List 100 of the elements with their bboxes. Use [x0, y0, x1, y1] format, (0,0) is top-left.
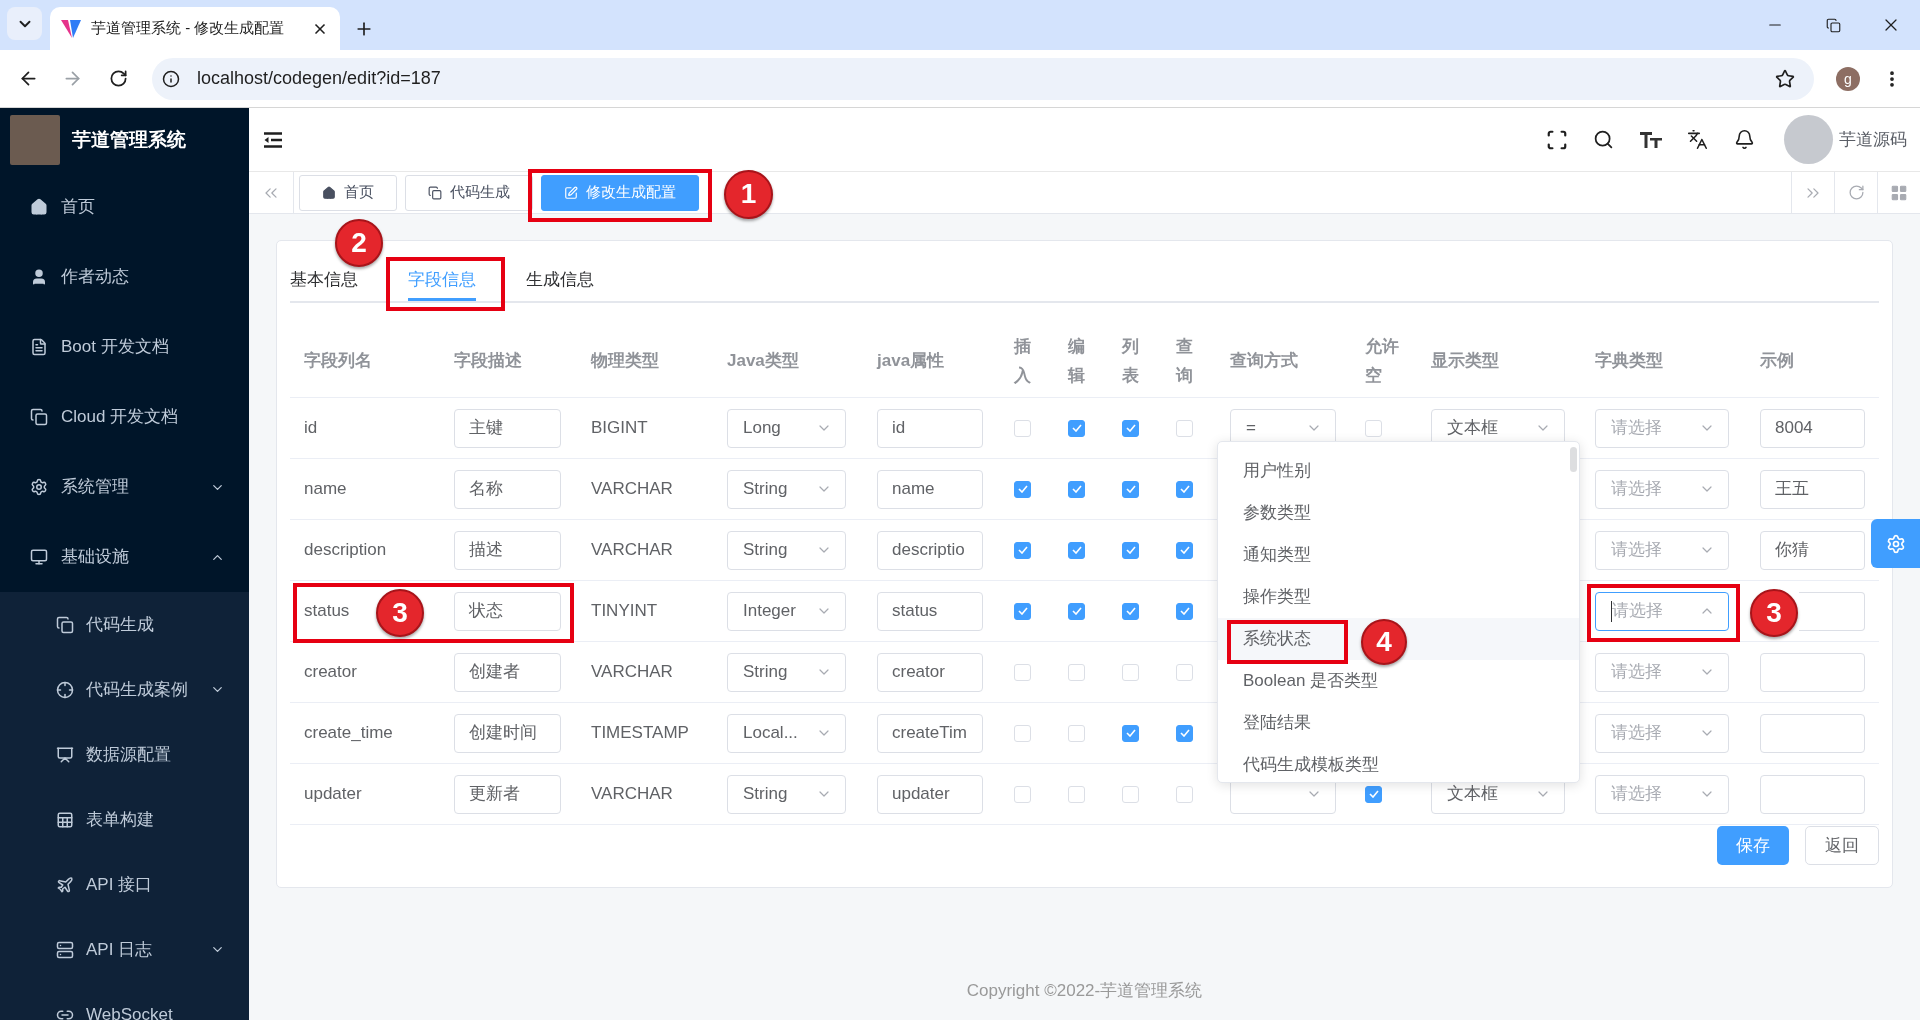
- scrollbar-thumb[interactable]: [1570, 447, 1577, 472]
- select-field[interactable]: String: [727, 530, 846, 570]
- field-name: updater: [304, 783, 362, 806]
- db-type: VARCHAR: [591, 539, 673, 562]
- grid-icon[interactable]: [1890, 183, 1908, 202]
- back-button[interactable]: 返回: [1805, 826, 1879, 865]
- input-field[interactable]: 王五: [1760, 469, 1865, 509]
- menu-item[interactable]: WebSocket: [0, 982, 249, 1020]
- translate-icon[interactable]: [1687, 129, 1708, 150]
- column-header: 字段描述: [454, 350, 522, 372]
- avatar-placeholder[interactable]: [1784, 115, 1833, 164]
- field-name: creator: [304, 661, 357, 684]
- checkbox[interactable]: [1122, 419, 1139, 437]
- checkbox[interactable]: [1365, 785, 1382, 803]
- input-field[interactable]: creator: [877, 652, 983, 692]
- input-field[interactable]: [1760, 774, 1865, 814]
- input-field[interactable]: status: [877, 591, 983, 631]
- info-icon[interactable]: [162, 69, 180, 88]
- select-field[interactable]: String: [727, 652, 846, 692]
- input-field[interactable]: id: [877, 408, 983, 448]
- checkbox[interactable]: [1014, 602, 1031, 620]
- menu-item[interactable]: API 接口: [0, 852, 249, 917]
- checkbox[interactable]: [1176, 602, 1193, 620]
- input-field[interactable]: updater: [877, 774, 983, 814]
- column-header: 列表: [1122, 335, 1140, 387]
- checkbox[interactable]: [1122, 541, 1139, 559]
- input-field[interactable]: 创建者: [454, 652, 561, 692]
- input-field[interactable]: 状态: [454, 591, 561, 631]
- checkbox[interactable]: [1068, 480, 1085, 498]
- menu-item[interactable]: 系统管理: [0, 452, 249, 522]
- reload-icon[interactable]: [108, 69, 128, 88]
- dropdown-option[interactable]: 参数类型: [1243, 500, 1311, 526]
- checkbox[interactable]: [1176, 724, 1193, 742]
- input-field[interactable]: 名称: [454, 469, 561, 509]
- checkbox[interactable]: [1068, 602, 1085, 620]
- address-field[interactable]: localhost/codegen/edit?id=187: [152, 57, 1814, 100]
- input-field[interactable]: [1760, 652, 1865, 692]
- checkbox[interactable]: [1014, 541, 1031, 559]
- input-field[interactable]: 8004: [1760, 408, 1865, 448]
- menu-item[interactable]: 基础设施: [0, 522, 249, 592]
- field-name: description: [304, 539, 387, 562]
- user-name[interactable]: 芋道源码: [1839, 126, 1907, 153]
- font-size-icon[interactable]: [1639, 131, 1662, 148]
- menu-item[interactable]: 数据源配置: [0, 722, 249, 787]
- db-type: TIMESTAMP: [591, 722, 689, 745]
- star-icon[interactable]: [1775, 68, 1795, 89]
- menu-item[interactable]: Cloud 开发文档: [0, 382, 249, 452]
- dropdown-option[interactable]: 操作类型: [1243, 584, 1311, 610]
- checkbox[interactable]: [1122, 480, 1139, 498]
- input-field[interactable]: descriptio: [877, 530, 983, 570]
- menu-item[interactable]: 表单构建: [0, 787, 249, 852]
- tab-list-button[interactable]: [7, 7, 42, 40]
- page-tag[interactable]: 首页: [299, 174, 397, 211]
- select-field[interactable]: String: [727, 469, 846, 509]
- dropdown-option[interactable]: 登陆结果: [1243, 710, 1311, 736]
- input-field[interactable]: [1760, 713, 1865, 753]
- tab[interactable]: 基本信息: [290, 268, 383, 301]
- input-field[interactable]: 主键: [454, 408, 561, 448]
- input-field[interactable]: 创建时间: [454, 713, 561, 753]
- dropdown-option[interactable]: 用户性别: [1243, 458, 1311, 484]
- select-field[interactable]: Integer: [727, 591, 846, 631]
- menu-item[interactable]: 代码生成案例: [0, 657, 249, 722]
- input-field[interactable]: 更新者: [454, 774, 561, 814]
- menu-item[interactable]: API 日志: [0, 917, 249, 982]
- input-field[interactable]: createTim: [877, 713, 983, 753]
- tab[interactable]: 生成信息: [501, 268, 619, 301]
- page-tag[interactable]: 代码生成: [405, 174, 533, 211]
- select-field[interactable]: String: [727, 774, 846, 814]
- menu-item[interactable]: 代码生成: [0, 592, 249, 657]
- checkbox[interactable]: [1014, 480, 1031, 498]
- checkbox[interactable]: [1176, 480, 1193, 498]
- settings-button[interactable]: [1871, 519, 1920, 568]
- checkbox[interactable]: [1122, 602, 1139, 620]
- refresh-icon[interactable]: [1847, 184, 1865, 201]
- checkbox[interactable]: [1122, 724, 1139, 742]
- search-icon[interactable]: [1593, 129, 1614, 150]
- browser-tab[interactable]: 芋道管理系统 - 修改生成配置: [50, 7, 340, 50]
- dropdown-option[interactable]: 通知类型: [1243, 542, 1311, 568]
- input-field[interactable]: 描述: [454, 530, 561, 570]
- input-field[interactable]: name: [877, 469, 983, 509]
- fullscreen-icon[interactable]: [1545, 128, 1568, 151]
- menu-item[interactable]: 作者动态: [0, 242, 249, 312]
- restore-icon[interactable]: [1825, 17, 1841, 33]
- select-field[interactable]: Local...: [727, 713, 846, 753]
- dropdown-option[interactable]: 代码生成模板类型: [1243, 752, 1379, 778]
- menu-icon[interactable]: [263, 131, 283, 148]
- presentation-board-icon: [56, 745, 74, 764]
- select-field[interactable]: Long: [727, 408, 846, 448]
- input-field[interactable]: [1799, 591, 1865, 631]
- menu-item[interactable]: 首页: [0, 172, 249, 242]
- checkbox[interactable]: [1068, 541, 1085, 559]
- checkmark-icon: [1179, 607, 1190, 615]
- checkbox[interactable]: [1176, 541, 1193, 559]
- checkbox[interactable]: [1068, 419, 1085, 437]
- dropdown-option[interactable]: Boolean 是否类型: [1243, 668, 1379, 694]
- input-field[interactable]: 你猜: [1760, 530, 1865, 570]
- bell-icon[interactable]: [1734, 129, 1755, 150]
- menu-item[interactable]: Boot 开发文档: [0, 312, 249, 382]
- profile-avatar[interactable]: g: [1836, 66, 1860, 91]
- column-header: 插入: [1014, 335, 1032, 387]
